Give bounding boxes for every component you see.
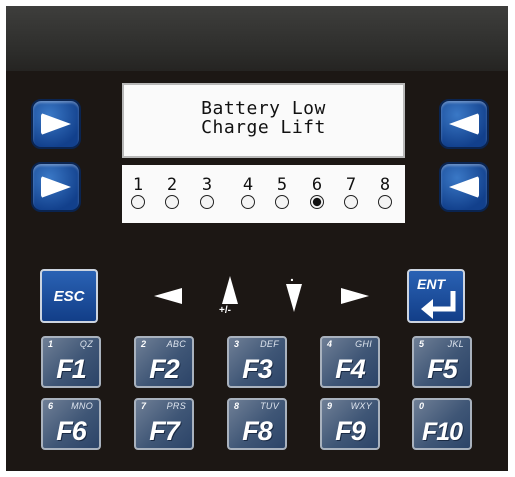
arrow-down-icon[interactable]: [284, 282, 304, 312]
arrow-right-icon[interactable]: [339, 286, 369, 306]
indicator-8: 8: [375, 177, 395, 209]
operator-panel: Battery Low Charge Lift 1 2 3 4 5 6 7 8 …: [6, 6, 508, 471]
fkey-number: 9: [327, 401, 333, 411]
fkey-letters: JKL: [447, 339, 464, 349]
fkey-label: F7: [149, 416, 180, 446]
f10-key[interactable]: 0 F10: [412, 398, 472, 450]
arrow-left-icon[interactable]: [154, 286, 184, 306]
left-lower-arrow-button[interactable]: [31, 162, 81, 212]
left-upper-arrow-button[interactable]: [31, 99, 81, 149]
fkey-letters: QZ: [79, 339, 93, 349]
f1-key[interactable]: 1 QZ F1: [41, 336, 101, 388]
arrow-right-icon: [41, 113, 71, 135]
indicator-led: [275, 195, 289, 209]
indicator-6: 6: [307, 177, 327, 209]
indicator-led: [131, 195, 145, 209]
indicator-label: 6: [311, 175, 323, 195]
indicator-label: 5: [276, 175, 288, 195]
arrow-left-icon: [449, 113, 479, 135]
arrow-right-icon: [41, 176, 71, 198]
esc-button[interactable]: ESC: [40, 269, 98, 323]
indicator-led: [378, 195, 392, 209]
indicator-label: 2: [166, 175, 178, 195]
indicator-led: [241, 195, 255, 209]
fkey-label: F9: [335, 416, 366, 446]
fkey-number: 0: [419, 401, 425, 411]
fkey-number: 8: [234, 401, 240, 411]
f3-key[interactable]: 3 DEF F3: [227, 336, 287, 388]
lcd-display: Battery Low Charge Lift: [122, 83, 405, 158]
indicator-7: 7: [341, 177, 361, 209]
fkey-letters: TUV: [260, 401, 279, 411]
fkey-letters: MNO: [71, 401, 93, 411]
f4-key[interactable]: 4 GHI F4: [320, 336, 380, 388]
fkey-letters: DEF: [260, 339, 279, 349]
f7-key[interactable]: 7 PRS F7: [134, 398, 194, 450]
fkey-letters: GHI: [355, 339, 372, 349]
f6-key[interactable]: 6 MNO F6: [41, 398, 101, 450]
f8-key[interactable]: 8 TUV F8: [227, 398, 287, 450]
indicator-led: [344, 195, 358, 209]
fkey-label: F1: [56, 354, 87, 384]
indicator-led: [165, 195, 179, 209]
fkey-label: F6: [56, 416, 87, 446]
fkey-label: F2: [149, 354, 180, 384]
fkey-letters: ABC: [166, 339, 186, 349]
fkey-letters: PRS: [166, 401, 186, 411]
panel-top-bezel: [6, 6, 508, 71]
fkey-label: F5: [427, 354, 458, 384]
fkey-label: F10: [421, 418, 463, 446]
indicator-label: 8: [379, 175, 391, 195]
lcd-line-2: Charge Lift: [201, 117, 326, 138]
indicator-5: 5: [272, 177, 292, 209]
enter-button[interactable]: ENT: [407, 269, 465, 323]
plus-minus-label: +/-: [219, 305, 231, 316]
indicator-2: 2: [162, 177, 182, 209]
fkey-number: 1: [48, 339, 54, 349]
indicator-label: 1: [132, 175, 144, 195]
indicator-label: 7: [345, 175, 357, 195]
f9-key[interactable]: 9 WXY F9: [320, 398, 380, 450]
esc-label: ESC: [53, 287, 85, 305]
fkey-number: 6: [48, 401, 54, 411]
indicator-strip: 1 2 3 4 5 6 7 8: [122, 165, 405, 223]
fkey-number: 5: [419, 339, 425, 349]
fkey-number: 7: [141, 401, 147, 411]
lcd-line-1: Battery Low: [201, 98, 326, 119]
indicator-led-active: [310, 195, 324, 209]
indicator-label: 3: [201, 175, 213, 195]
fkey-letters: WXY: [350, 401, 372, 411]
fkey-number: 3: [234, 339, 240, 349]
enter-arrow-icon: [421, 291, 456, 319]
indicator-4: 4: [238, 177, 258, 209]
f5-key[interactable]: 5 JKL F5: [412, 336, 472, 388]
fkey-label: F4: [335, 354, 366, 384]
right-upper-arrow-button[interactable]: [439, 99, 489, 149]
right-lower-arrow-button[interactable]: [439, 162, 489, 212]
indicator-led: [200, 195, 214, 209]
indicator-1: 1: [128, 177, 148, 209]
arrow-left-icon: [449, 176, 479, 198]
arrow-up-icon[interactable]: [220, 276, 240, 306]
fkey-number: 4: [327, 339, 333, 349]
fkey-label: F3: [242, 354, 273, 384]
indicator-label: 4: [242, 175, 254, 195]
fkey-label: F8: [242, 416, 273, 446]
indicator-3: 3: [197, 177, 217, 209]
f2-key[interactable]: 2 ABC F2: [134, 336, 194, 388]
fkey-number: 2: [141, 339, 147, 349]
